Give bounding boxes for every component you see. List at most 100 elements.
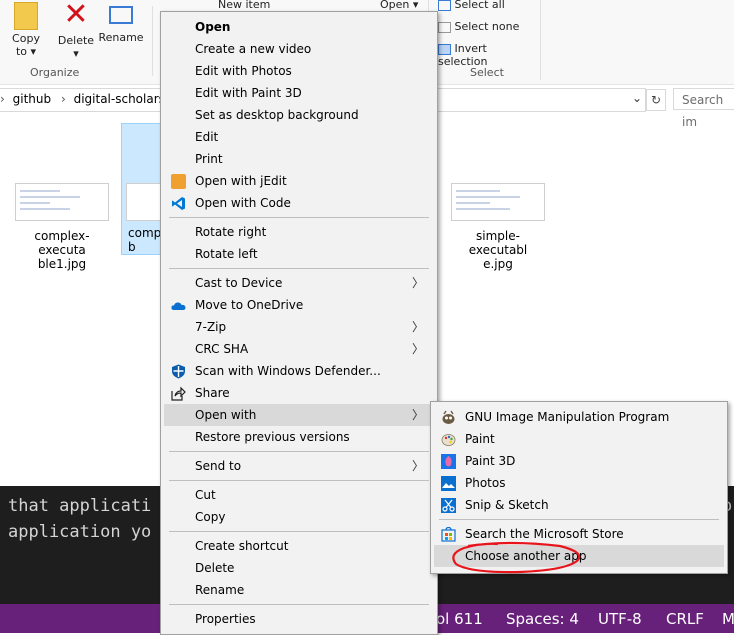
menu-item-edit-paint3d[interactable]: Edit with Paint 3D — [164, 82, 434, 104]
status-indentation[interactable]: Spaces: 4 — [506, 610, 579, 628]
breadcrumb-github[interactable]: github — [13, 92, 51, 106]
menu-item-label: Create shortcut — [195, 539, 289, 553]
menu-item-rotate-right[interactable]: Rotate right — [164, 221, 434, 243]
menu-separator — [169, 604, 429, 605]
menu-item-create-shortcut[interactable]: Create shortcut — [164, 535, 434, 557]
menu-item-label: Rename — [195, 583, 245, 597]
terminal-line: that applicati — [8, 496, 152, 516]
menu-separator — [169, 268, 429, 269]
chevron-down-icon: ▾ — [73, 47, 79, 60]
menu-item-label: CRC SHA — [195, 342, 249, 356]
file-item[interactable]: complex-executa ble1.jpg — [12, 183, 112, 271]
menu-item-restore[interactable]: Restore previous versions — [164, 426, 434, 448]
submenu-item-label: GNU Image Manipulation Program — [465, 410, 670, 424]
delete-button[interactable]: ✕ Delete ▾ — [56, 0, 96, 60]
menu-item-open-code[interactable]: Open with Code — [164, 192, 434, 214]
menu-item-label: Cut — [195, 488, 216, 502]
menu-item-delete[interactable]: Delete — [164, 557, 434, 579]
select-none-label: Select none — [454, 20, 520, 33]
menu-item-cut[interactable]: Cut — [164, 484, 434, 506]
chevron-down-icon[interactable]: ⌄ — [632, 91, 642, 105]
menu-item-label: Rotate right — [195, 225, 267, 239]
status-eol[interactable]: CRLF — [666, 610, 704, 628]
breadcrumb-separator-icon: › — [60, 92, 66, 106]
menu-item-share[interactable]: Share — [164, 382, 434, 404]
select-none-button[interactable]: Select none — [438, 20, 538, 33]
status-cursor-position[interactable]: ol 611 — [436, 610, 483, 628]
select-none-icon — [438, 21, 451, 33]
menu-item-label: Scan with Windows Defender... — [195, 364, 381, 378]
context-menu: Open Create a new video Edit with Photos… — [160, 11, 438, 635]
submenu-item-gimp[interactable]: GNU Image Manipulation Program — [434, 406, 724, 428]
menu-item-defender[interactable]: Scan with Windows Defender... — [164, 360, 434, 382]
open-label: Open — [380, 0, 410, 11]
menu-item-crc-sha[interactable]: CRC SHA 〉 — [164, 338, 434, 360]
menu-item-label: Open with jEdit — [195, 174, 287, 188]
search-placeholder: Search im — [682, 93, 724, 129]
menu-separator — [169, 480, 429, 481]
status-encoding[interactable]: UTF-8 — [598, 610, 642, 628]
menu-item-label: Move to OneDrive — [195, 298, 304, 312]
image-thumbnail — [451, 183, 545, 221]
menu-item-edit-photos[interactable]: Edit with Photos — [164, 60, 434, 82]
chevron-right-icon: 〉 — [411, 408, 424, 422]
submenu-item-photos[interactable]: Photos — [434, 472, 724, 494]
menu-item-label: Open with — [195, 408, 257, 422]
copy-to-button[interactable]: Copy to ▾ — [8, 0, 44, 58]
cloud-icon — [171, 298, 186, 313]
chevron-down-icon: ▾ — [412, 0, 419, 11]
menu-item-label: Send to — [195, 459, 242, 473]
status-language[interactable]: M — [722, 610, 734, 628]
image-thumbnail — [126, 183, 163, 221]
submenu-item-label: Snip & Sketch — [465, 498, 549, 512]
new-item-label: New item — [218, 0, 271, 11]
menu-item-label: Create a new video — [195, 42, 312, 56]
search-input[interactable]: Search im — [673, 88, 734, 129]
rename-label: Rename — [98, 31, 144, 44]
menu-item-rotate-left[interactable]: Rotate left — [164, 243, 434, 265]
menu-item-send-to[interactable]: Send to 〉 — [164, 455, 434, 477]
menu-item-label: Properties — [195, 612, 256, 626]
file-name: complex-executa ble1.jpg — [34, 229, 90, 271]
vscode-icon — [171, 196, 186, 211]
select-all-icon — [438, 0, 451, 11]
menu-item-properties[interactable]: Properties — [164, 608, 434, 630]
submenu-item-paint[interactable]: Paint — [434, 428, 724, 450]
rename-button[interactable]: Rename — [98, 0, 144, 44]
ribbon-divider — [540, 0, 541, 80]
menu-item-edit[interactable]: Edit — [164, 126, 434, 148]
open-button[interactable]: Open ▾ — [380, 0, 420, 11]
menu-item-open-jedit[interactable]: Open with jEdit — [164, 170, 434, 192]
invert-selection-icon — [438, 43, 451, 55]
select-all-button[interactable]: Select all — [438, 0, 538, 11]
scissors-icon — [441, 498, 456, 513]
submenu-item-label: Paint 3D — [465, 454, 516, 468]
invert-selection-button[interactable]: Invert selection — [438, 42, 538, 68]
rename-icon — [109, 6, 133, 24]
menu-item-label: Open with Code — [195, 196, 291, 210]
menu-item-7zip[interactable]: 7-Zip 〉 — [164, 316, 434, 338]
menu-item-open[interactable]: Open — [164, 16, 434, 38]
menu-item-onedrive[interactable]: Move to OneDrive — [164, 294, 434, 316]
menu-item-label: Print — [195, 152, 223, 166]
menu-item-set-background[interactable]: Set as desktop background — [164, 104, 434, 126]
submenu-item-paint3d[interactable]: Paint 3D — [434, 450, 724, 472]
menu-item-label: Restore previous versions — [195, 430, 350, 444]
menu-item-open-with[interactable]: Open with 〉 — [164, 404, 434, 426]
menu-item-create-video[interactable]: Create a new video — [164, 38, 434, 60]
submenu-item-snip[interactable]: Snip & Sketch — [434, 494, 724, 516]
jedit-icon — [171, 174, 186, 189]
menu-item-rename[interactable]: Rename — [164, 579, 434, 601]
selected-file-item[interactable]: comp b — [121, 123, 163, 255]
delete-label: Delete — [57, 34, 95, 47]
chevron-right-icon: 〉 — [411, 276, 424, 290]
menu-item-print[interactable]: Print — [164, 148, 434, 170]
breadcrumb-digital-scholarship[interactable]: digital-scholarsh — [74, 92, 173, 106]
menu-item-copy[interactable]: Copy — [164, 506, 434, 528]
submenu-item-label: Photos — [465, 476, 506, 490]
file-item[interactable]: simple-executabl e.jpg — [448, 183, 548, 271]
refresh-icon[interactable]: ↻ — [646, 89, 666, 111]
menu-item-cast[interactable]: Cast to Device 〉 — [164, 272, 434, 294]
chevron-right-icon: 〉 — [411, 342, 424, 356]
select-all-label: Select all — [454, 0, 505, 11]
